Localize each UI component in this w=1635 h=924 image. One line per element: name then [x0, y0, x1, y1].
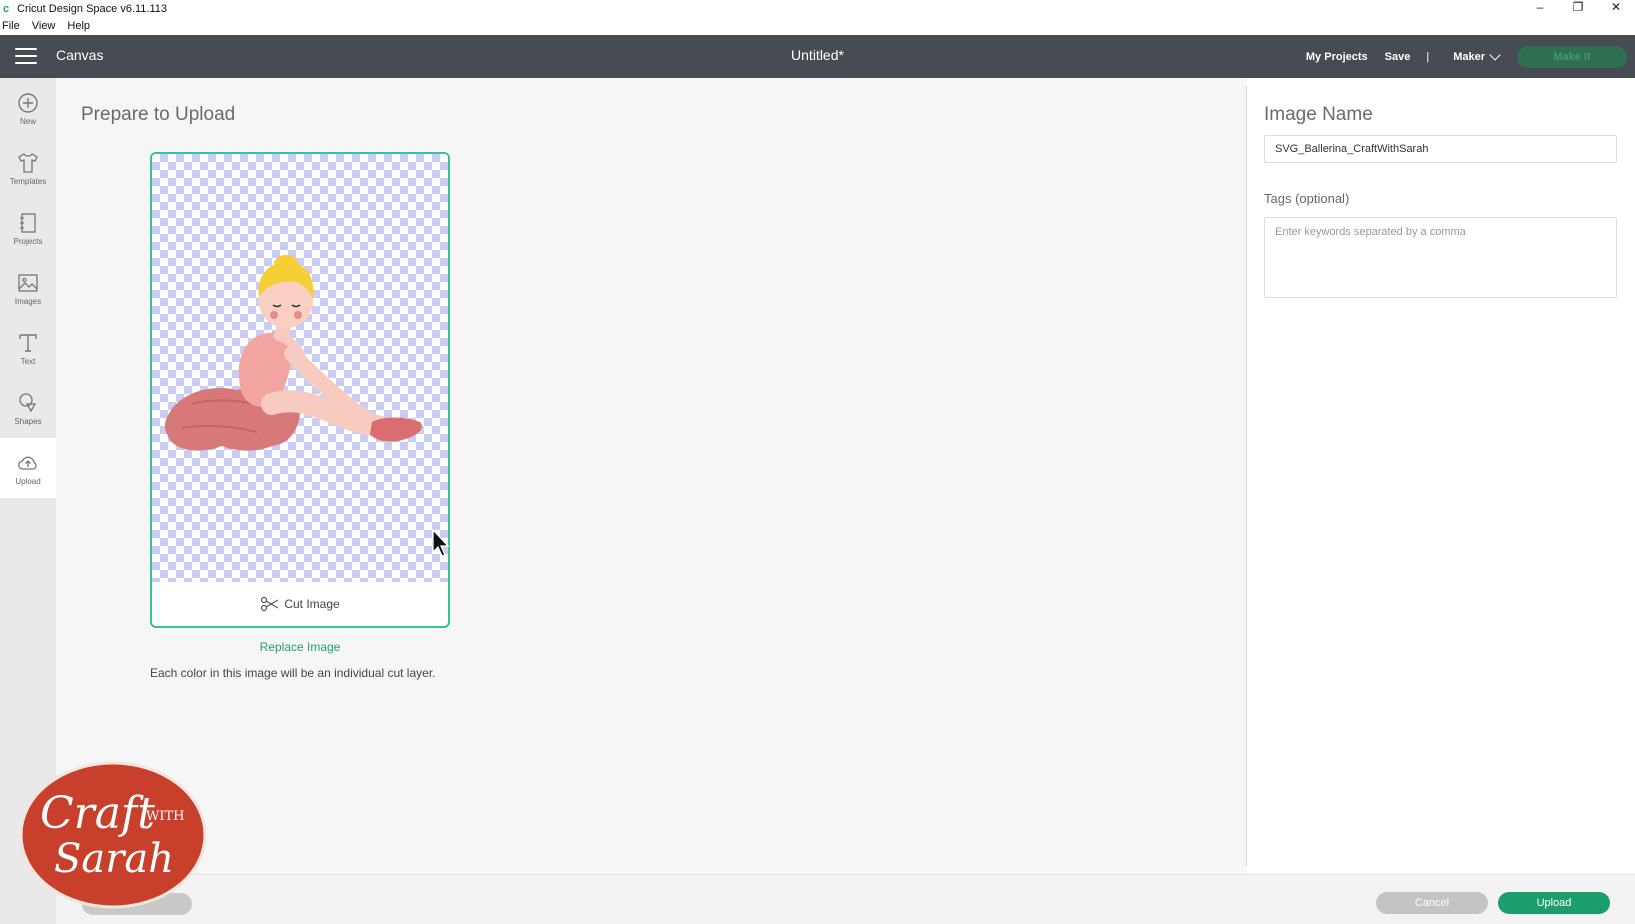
- cricut-logo-icon: c: [3, 2, 10, 15]
- sidebar-label-images: Images: [14, 296, 42, 306]
- sidebar-label-new: New: [19, 116, 36, 126]
- tags-textarea[interactable]: [1264, 217, 1617, 298]
- save-link[interactable]: Save: [1385, 51, 1411, 63]
- chevron-down-icon: [1489, 48, 1501, 61]
- restore-button[interactable]: ❐: [1559, 0, 1597, 17]
- make-it-button[interactable]: Make It: [1517, 45, 1627, 68]
- main-content: Prepare to Upload Cut Image Replace Imag…: [56, 78, 1246, 924]
- logo-text-sarah: Sarah: [54, 836, 174, 882]
- machine-label: Maker: [1453, 50, 1485, 63]
- image-preview-card[interactable]: Cut Image: [150, 152, 450, 628]
- cut-layer-info: Each color in this image will be an indi…: [150, 666, 436, 680]
- menu-help[interactable]: Help: [67, 20, 90, 32]
- sidebar-item-templates[interactable]: Templates: [0, 138, 56, 198]
- image-name-input[interactable]: SVG_Ballerina_CraftWithSarah: [1264, 135, 1617, 163]
- tags-label: Tags (optional): [1264, 191, 1350, 206]
- plus-circle-icon: [18, 92, 38, 113]
- replace-image-link[interactable]: Replace Image: [150, 640, 450, 654]
- menu-file[interactable]: File: [2, 20, 20, 32]
- sidebar-item-images[interactable]: Images: [0, 258, 56, 318]
- os-titlebar: c Cricut Design Space v6.11.113 – ❐ ✕: [0, 0, 1635, 17]
- app-title: Cricut Design Space v6.11.113: [17, 2, 168, 15]
- sidebar-item-shapes[interactable]: Shapes: [0, 378, 56, 438]
- sidebar-item-new[interactable]: New: [0, 78, 56, 138]
- app-header: Canvas Untitled* My Projects Save | Make…: [0, 35, 1635, 78]
- menubar: File View Help: [0, 17, 1635, 35]
- logo-text-with: WITH: [146, 809, 185, 824]
- footer-bar: Cancel Upload: [56, 874, 1635, 924]
- close-window-button[interactable]: ✕: [1597, 0, 1635, 17]
- text-t-icon: [19, 333, 37, 352]
- image-details-panel: Image Name SVG_Ballerina_CraftWithSarah …: [1247, 78, 1635, 874]
- image-icon: [18, 273, 38, 292]
- craft-with-sarah-logo: Craft WITH Sarah: [19, 761, 207, 909]
- upload-button[interactable]: Upload: [1498, 892, 1610, 914]
- cancel-button[interactable]: Cancel: [1376, 892, 1488, 914]
- header-separator: |: [1426, 50, 1430, 63]
- scissors-icon: [261, 596, 279, 612]
- sidebar-label-text: Text: [20, 356, 36, 366]
- cloud-upload-icon: [18, 456, 37, 470]
- mouse-cursor-icon: [432, 528, 450, 557]
- header-actions: My Projects Save | Maker Make It: [1306, 35, 1635, 78]
- sidebar-item-upload[interactable]: Upload: [0, 438, 56, 498]
- sidebar-item-text[interactable]: Text: [0, 318, 56, 378]
- menu-view[interactable]: View: [32, 20, 56, 32]
- sidebar-label-upload: Upload: [15, 476, 41, 486]
- sidebar-label-templates: Templates: [9, 176, 47, 186]
- minimize-button[interactable]: –: [1521, 0, 1559, 17]
- sidebar-label-shapes: Shapes: [14, 416, 42, 426]
- my-projects-link[interactable]: My Projects: [1306, 51, 1368, 63]
- cut-image-label: Cut Image: [284, 597, 340, 611]
- tshirt-icon: [18, 152, 38, 173]
- page-title: Prepare to Upload: [81, 104, 236, 125]
- window-controls: – ❐ ✕: [1521, 0, 1635, 17]
- sidebar-label-projects: Projects: [13, 236, 43, 246]
- machine-select[interactable]: Maker: [1453, 48, 1501, 63]
- logo-text-craft: Craft: [40, 788, 155, 839]
- ballerina-image: [164, 255, 422, 451]
- image-name-heading: Image Name: [1264, 104, 1373, 125]
- sidebar-item-projects[interactable]: Projects: [0, 198, 56, 258]
- cut-image-option[interactable]: Cut Image: [152, 582, 448, 626]
- notebook-icon: [20, 212, 36, 233]
- shapes-icon: [19, 392, 37, 412]
